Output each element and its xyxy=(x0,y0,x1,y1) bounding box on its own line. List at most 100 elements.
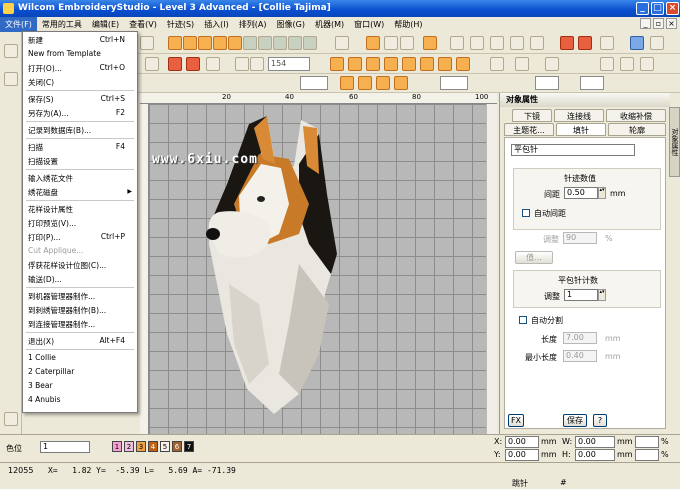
stitch-type-icon[interactable] xyxy=(330,57,344,71)
recent-file-item[interactable]: 1 Collie xyxy=(28,353,56,362)
color-swatch[interactable]: 2 xyxy=(124,441,134,452)
menu-item-import-embroidery[interactable]: 输入绣花文件 xyxy=(28,173,73,184)
color-swatch[interactable]: 7 xyxy=(184,441,194,452)
zoom-icon[interactable] xyxy=(235,57,249,71)
w-pct-input[interactable] xyxy=(635,436,659,448)
stitch-type-icon[interactable] xyxy=(366,57,380,71)
needle-icon[interactable] xyxy=(490,57,504,71)
fill-tool-icon[interactable] xyxy=(168,36,182,50)
undo-icon[interactable] xyxy=(620,57,634,71)
menu-window[interactable]: 窗口(W) xyxy=(349,17,389,32)
stitch-icon[interactable] xyxy=(450,36,464,50)
tool-icon[interactable] xyxy=(140,36,154,50)
fill-tool-icon[interactable] xyxy=(183,36,197,50)
color-select[interactable]: 1 xyxy=(40,441,90,453)
color-swatch[interactable]: 6 xyxy=(172,441,182,452)
grid-icon[interactable] xyxy=(243,36,257,50)
menu-machine[interactable]: 机器(M) xyxy=(310,17,349,32)
menu-item-save[interactable]: 保存(S) xyxy=(28,94,54,105)
menu-item-scan-settings[interactable]: 扫描设置 xyxy=(28,156,58,167)
color-swatch[interactable]: 3 xyxy=(136,441,146,452)
color-swatch[interactable]: 1 xyxy=(112,441,122,452)
menu-help[interactable]: 帮助(H) xyxy=(389,17,427,32)
stitch-count-field[interactable]: 154 xyxy=(268,57,310,71)
stitch-icon[interactable] xyxy=(578,36,592,50)
select-icon[interactable] xyxy=(366,36,380,50)
recent-file-item[interactable]: 2 Caterpillar xyxy=(28,367,74,376)
menu-item-embroidery-manager[interactable]: 到刺绣管理器制作(B)... xyxy=(28,305,106,316)
circle-icon[interactable] xyxy=(168,57,182,71)
fill-tool-icon[interactable] xyxy=(213,36,227,50)
lock-icon[interactable] xyxy=(335,36,349,50)
param-field[interactable] xyxy=(580,76,604,90)
tab-connectors[interactable]: 连接线 xyxy=(554,109,604,122)
menu-item-connection-manager[interactable]: 到连接管理器制作... xyxy=(28,319,95,330)
needle-icon[interactable] xyxy=(515,57,529,71)
spacing-spinner[interactable]: ▴▾ xyxy=(598,187,606,199)
tab-underlay[interactable]: 下镜 xyxy=(512,109,552,122)
settings-icon[interactable] xyxy=(4,412,18,426)
tab-motif[interactable]: 主题花... xyxy=(504,123,554,136)
stitch-type-icon[interactable] xyxy=(358,76,372,90)
check-icon[interactable] xyxy=(400,36,414,50)
count-spinner[interactable]: ▴▾ xyxy=(598,289,606,301)
fill-type-select[interactable]: 平包针 xyxy=(511,144,635,156)
auto-spacing-checkbox[interactable] xyxy=(522,209,530,217)
redo-icon[interactable] xyxy=(640,57,654,71)
tool-icon[interactable] xyxy=(4,72,18,86)
menu-item-new[interactable]: 新建 xyxy=(28,35,43,46)
spiral-icon[interactable] xyxy=(186,57,200,71)
tab-fill[interactable]: 填针 xyxy=(556,123,606,136)
stitch-icon[interactable] xyxy=(600,36,614,50)
stitch-icon[interactable] xyxy=(490,36,504,50)
menu-item-design-properties[interactable]: 花样设计属性 xyxy=(28,204,73,215)
view-icon[interactable] xyxy=(630,36,644,50)
menu-item-send[interactable]: 输送(D)... xyxy=(28,274,62,285)
menu-view[interactable]: 查看(V) xyxy=(124,17,162,32)
menu-item-exit[interactable]: 退出(X) xyxy=(28,336,54,347)
h-input[interactable]: 0.00 xyxy=(575,449,615,461)
spacing-input[interactable]: 0.50 xyxy=(564,187,598,199)
stitch-type-icon[interactable] xyxy=(376,76,390,90)
recent-file-item[interactable]: 4 Anubis xyxy=(28,395,61,404)
menu-arrange[interactable]: 排列(A) xyxy=(234,17,272,32)
y-input[interactable]: 0.00 xyxy=(505,449,539,461)
grid-icon[interactable] xyxy=(303,36,317,50)
x-input[interactable]: 0.00 xyxy=(505,436,539,448)
menu-insert[interactable]: 插入(I) xyxy=(199,17,234,32)
param-field[interactable] xyxy=(440,76,468,90)
menu-item-capture-bitmap[interactable]: 俘获花样设计位图(C)... xyxy=(28,260,106,271)
zoom-icon[interactable] xyxy=(250,57,264,71)
stitch-icon[interactable] xyxy=(470,36,484,50)
menu-file[interactable]: 文件(F) xyxy=(0,17,37,32)
menu-edit[interactable]: 编辑(E) xyxy=(87,17,124,32)
param-field[interactable] xyxy=(535,76,559,90)
maximize-button[interactable]: □ xyxy=(651,2,664,15)
tool-icon[interactable] xyxy=(4,44,18,58)
stitch-type-icon[interactable] xyxy=(456,57,470,71)
color-swatch[interactable]: 5 xyxy=(160,441,170,452)
stitch-type-icon[interactable] xyxy=(394,76,408,90)
text-icon[interactable] xyxy=(206,57,220,71)
fill-tool-icon[interactable] xyxy=(198,36,212,50)
stitch-type-icon[interactable] xyxy=(402,57,416,71)
stitch-icon[interactable] xyxy=(560,36,574,50)
count-adjust-input[interactable]: 1 xyxy=(564,289,598,301)
stitch-type-icon[interactable] xyxy=(438,57,452,71)
3d-icon[interactable] xyxy=(600,57,614,71)
menu-item-save-as[interactable]: 另存为(A)... xyxy=(28,108,69,119)
scissor-icon[interactable] xyxy=(145,57,159,71)
recent-file-item[interactable]: 3 Bear xyxy=(28,381,53,390)
needle-icon[interactable] xyxy=(545,57,559,71)
menu-item-new-from-template[interactable]: New from Template xyxy=(28,49,101,58)
menu-common-tools[interactable]: 常用的工具 xyxy=(37,17,87,32)
menu-item-print[interactable]: 打印(P)... xyxy=(28,232,61,243)
auto-split-checkbox[interactable] xyxy=(519,316,527,324)
tab-pull-compensation[interactable]: 收缩补偿 xyxy=(606,109,666,122)
stitch-icon[interactable] xyxy=(510,36,524,50)
menu-item-open[interactable]: 打开(O)... xyxy=(28,63,62,74)
side-tab-object-properties[interactable]: 对象属性 xyxy=(669,107,680,177)
menu-item-print-preview[interactable]: 打印预览(V)... xyxy=(28,218,76,229)
stitch-type-icon[interactable] xyxy=(384,57,398,71)
doc-minimize-icon[interactable]: _ xyxy=(640,18,651,29)
